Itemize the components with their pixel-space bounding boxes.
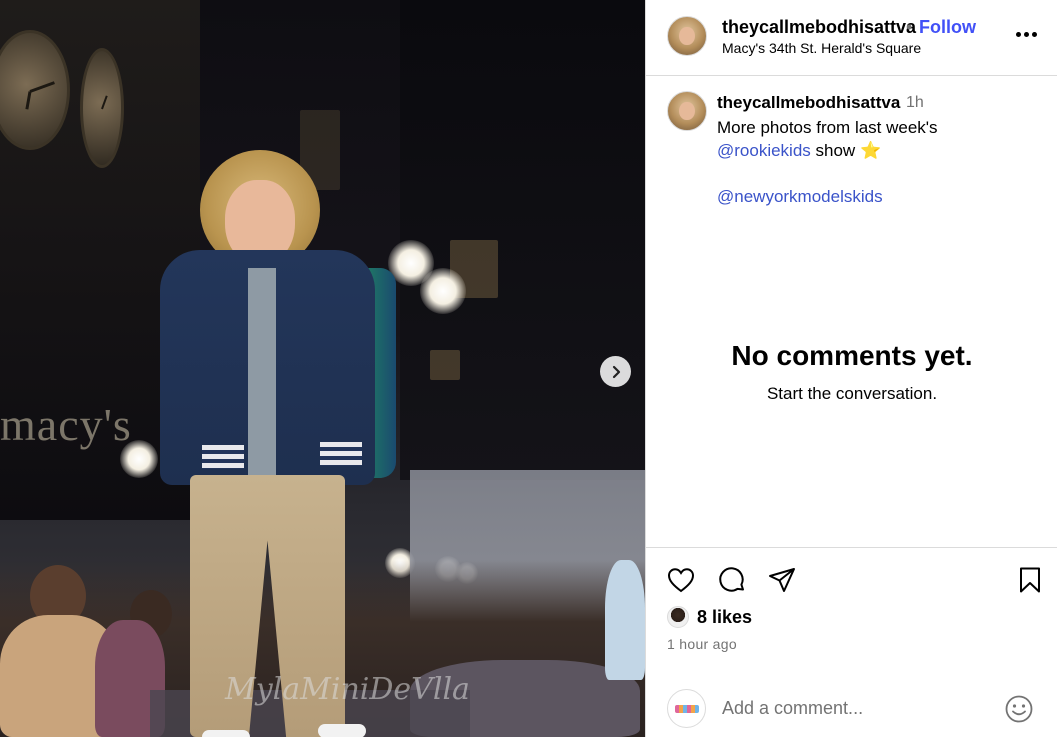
window [430,350,460,380]
likes-count[interactable]: 8 likes [697,607,752,628]
street-lamp [420,268,466,314]
caption-username[interactable]: theycallmebodhisattva [717,93,900,113]
post-sidebar: theycallmebodhisattva • Follow Macy's 34… [645,0,1057,737]
separator-dot: • [906,17,913,37]
location-link[interactable]: Macy's 34th St. Herald's Square [722,40,921,56]
share-icon[interactable] [767,565,797,595]
sneaker [318,724,366,737]
star-emoji: ⭐ [859,141,882,160]
follow-button[interactable]: Follow [919,17,976,38]
bookmark-icon[interactable] [1015,565,1045,595]
child-model [160,150,400,737]
macys-sign: macy's [0,399,132,450]
mention-link[interactable]: @rookiekids [717,141,811,160]
clock-right [80,48,124,168]
instagram-post-modal: macy's MylaMiniDeVlla theycallmebodhisat… [0,0,1057,737]
empty-comments-subtitle: Start the conversation. [766,384,938,403]
more-dot-icon [1024,31,1029,37]
likes-row: 8 likes [667,606,752,628]
emoji-icon[interactable] [1004,694,1034,724]
add-comment-bar [646,680,1057,737]
mention-link[interactable]: @newyorkmodelskids [717,187,883,206]
more-options-button[interactable] [1016,24,1044,44]
current-user-avatar [667,689,706,728]
heart-icon[interactable] [666,565,696,595]
liker-avatar[interactable] [667,606,689,628]
caption-text: More photos from last week's @rookiekids… [717,116,1037,208]
next-photo-button[interactable] [600,356,631,387]
caption-timestamp[interactable]: 1h [906,94,924,112]
post-photo[interactable]: macy's MylaMiniDeVlla [0,0,645,737]
caption-author-avatar[interactable] [667,91,707,131]
caption-fragment: show [810,141,860,160]
author-avatar[interactable] [667,16,707,56]
more-dot-icon [1016,31,1021,37]
sneaker [202,730,250,737]
empty-comments: No comments yet. Start the conversation. [646,340,1057,404]
more-dot-icon [1032,31,1037,37]
author-username[interactable]: theycallmebodhisattva [722,17,916,38]
post-actions: 8 likes 1 hour ago [646,547,1057,672]
comment-input[interactable] [722,696,992,720]
comment-icon[interactable] [717,565,747,595]
empty-comments-title: No comments yet. [731,340,973,371]
jacket-cuff [320,442,362,466]
caption-line: More photos from last week's [717,118,938,137]
runway-model-background [605,560,645,680]
jacket-cuff [202,445,244,469]
post-header: theycallmebodhisattva • Follow Macy's 34… [646,0,1057,76]
building-right [400,0,645,480]
photographer-watermark: MylaMiniDeVlla [225,672,470,707]
chevron-right-icon [612,365,620,378]
grey-shirt [248,268,276,478]
posted-time[interactable]: 1 hour ago [667,636,737,652]
